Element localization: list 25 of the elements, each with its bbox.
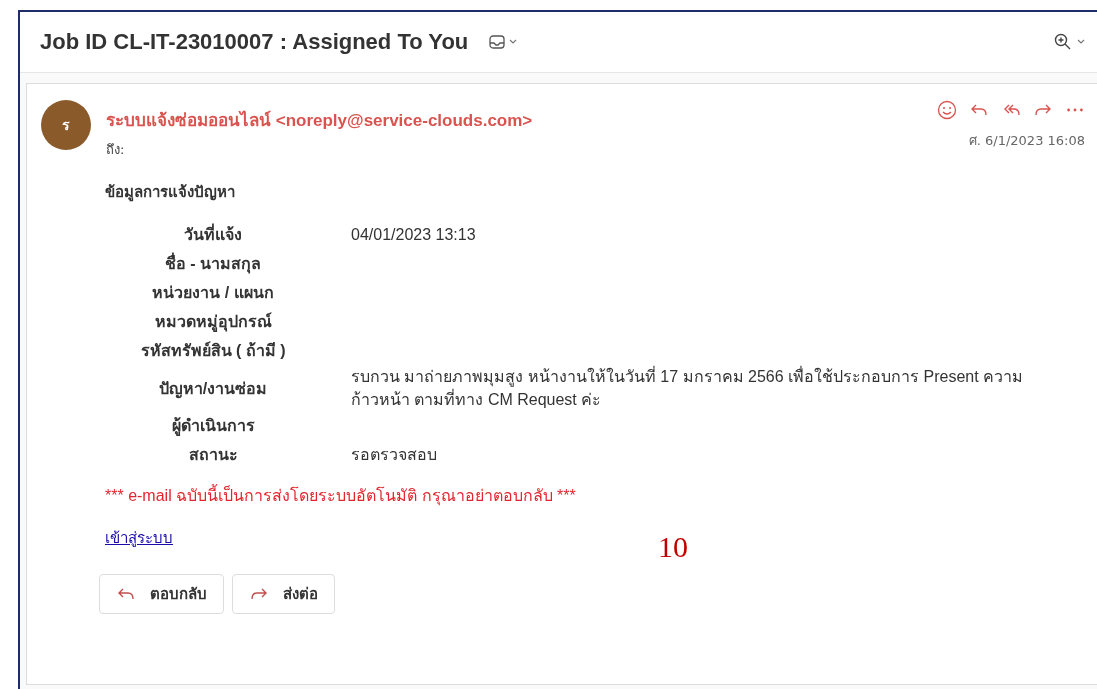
- field-label: ผู้ดำเนินการ: [170, 416, 256, 438]
- field-value: 04/01/2023 13:13: [351, 225, 477, 245]
- annotation-number: 10: [658, 530, 688, 564]
- field-label: รหัสทรัพย์สิน ( ถ้ามี ): [139, 340, 287, 361]
- more-icon: [1067, 108, 1083, 112]
- auto-email-notice: *** e-mail ฉบับนี้เป็นการส่งโดยระบบอัตโนมัติ กรุณาอย่าตอบกลับ ***: [105, 483, 1097, 508]
- field-value: รบกวน มาถ่ายภาพมุมสูง หน้างานให้ในวันที่ 17 มกราคม 2566 เพื่อใช้ประกอบการ Present ความก้าวหน้า ตามที่ทาง CM Request ค่ะ: [351, 365, 1025, 410]
- email-subject: Job ID CL-IT-23010007 : Assigned To You: [40, 29, 469, 55]
- field-label: หมวดหมู่อุปกรณ์: [153, 311, 273, 334]
- smiley-icon: [937, 100, 957, 120]
- sender-name: ระบบแจ้งซ่อมออนไลน์ <noreply@service-clouds.com>: [106, 109, 534, 132]
- forward-button[interactable]: ส่งต่อ: [232, 574, 335, 614]
- recipient-label: ถึง:: [106, 141, 126, 159]
- field-label: สถานะ: [187, 445, 239, 465]
- field-label: ปัญหา/งานซ่อม: [157, 378, 269, 401]
- login-link[interactable]: เข้าสู่ระบบ: [105, 529, 173, 546]
- section-heading: ข้อมูลการแจ้งปัญหา: [105, 182, 236, 204]
- reply-button[interactable]: ตอบกลับ: [99, 574, 224, 614]
- field-value: รอตรวจสอบ: [351, 445, 438, 465]
- field-label: วันที่แจ้ง: [105, 222, 321, 247]
- received-date: ศ. 6/1/2023 16:08: [968, 132, 1085, 150]
- sender-avatar: ร: [41, 100, 91, 150]
- field-label: ชื่อ - นามสกุล: [105, 251, 321, 276]
- field-label: หน่วยงาน / แผนก: [151, 283, 275, 303]
- emoji-button[interactable]: [937, 100, 957, 120]
